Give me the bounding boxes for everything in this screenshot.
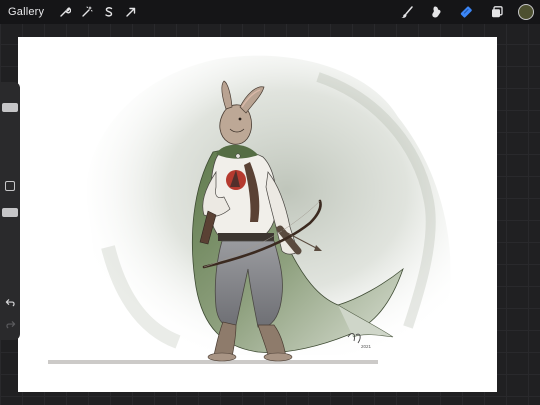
gallery-button[interactable]: Gallery xyxy=(8,6,44,18)
eraser-icon[interactable] xyxy=(458,3,476,21)
top-toolbar: Gallery xyxy=(0,0,540,24)
right-tool-group xyxy=(398,0,534,24)
drawing-canvas[interactable]: 2021 xyxy=(18,37,497,392)
redo-button[interactable] xyxy=(4,318,16,330)
wrench-icon[interactable] xyxy=(54,1,76,23)
brush-size-slider[interactable] xyxy=(2,102,18,112)
undo-button[interactable] xyxy=(4,296,16,308)
opacity-slider[interactable] xyxy=(2,207,18,217)
left-sidebar xyxy=(0,82,20,340)
ground-shadow xyxy=(48,360,378,364)
smudge-icon[interactable] xyxy=(428,3,446,21)
transform-arrow-icon[interactable] xyxy=(120,1,142,23)
brush-icon[interactable] xyxy=(398,3,416,21)
magic-wand-icon[interactable] xyxy=(76,1,98,23)
tunic xyxy=(209,150,277,241)
selection-icon[interactable] xyxy=(98,1,120,23)
modify-button[interactable] xyxy=(5,181,15,191)
color-picker-swatch[interactable] xyxy=(518,4,534,20)
belt xyxy=(218,233,274,241)
rabbit-archer-illustration: 2021 xyxy=(48,55,451,364)
signature-year: 2021 xyxy=(361,344,372,349)
layers-icon[interactable] xyxy=(488,3,506,21)
